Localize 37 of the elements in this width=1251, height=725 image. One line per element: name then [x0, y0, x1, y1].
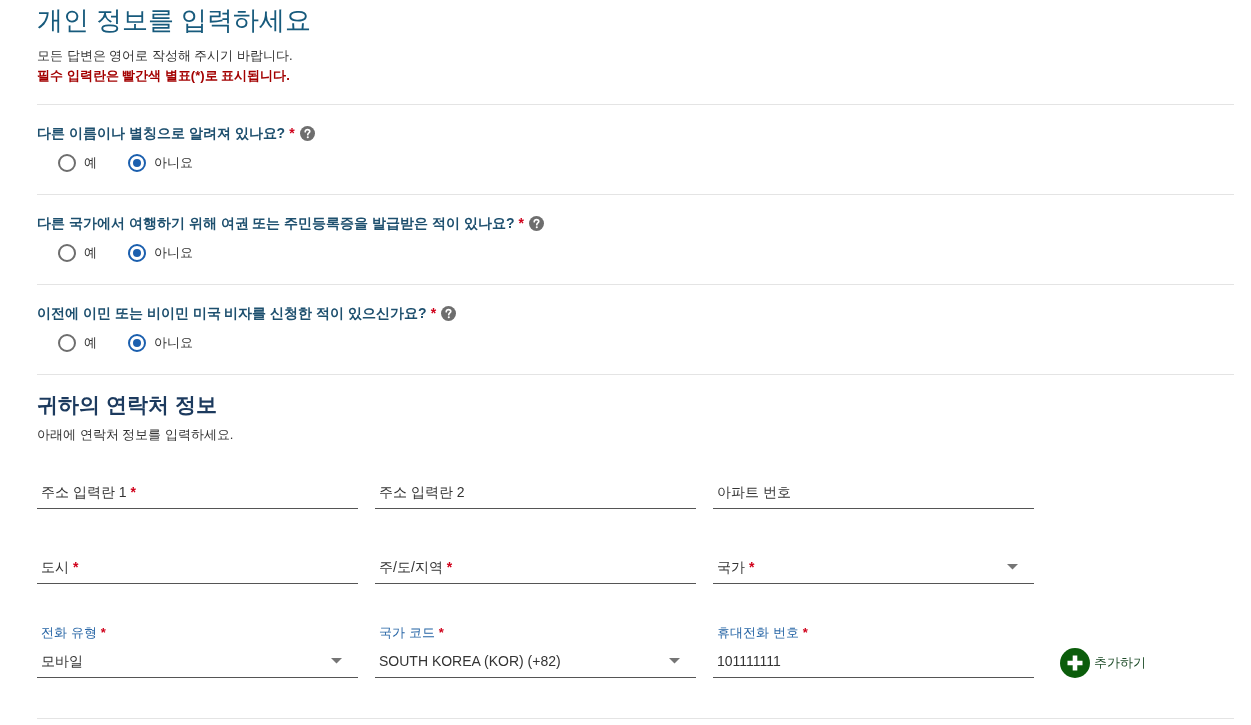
question-text: 다른 이름이나 별칭으로 알려져 있나요? * — [37, 124, 295, 143]
dropdown-field[interactable]: 전화 유형 * 모바일 — [37, 624, 358, 678]
plus-icon — [1060, 648, 1090, 678]
radio-button[interactable] — [128, 154, 146, 172]
radio-button[interactable] — [58, 244, 76, 262]
intro-text: 모든 답변은 영어로 작성해 주시기 바랍니다. — [37, 47, 294, 65]
option-label: 아니요 — [154, 334, 193, 352]
question-text: 이전에 이민 또는 비이민 미국 비자를 신청한 적이 있으신가요? * — [37, 304, 437, 323]
dropdown-field[interactable]: 국가 코드 * SOUTH KOREA (KOR) (+82) — [375, 624, 696, 678]
page-title: 개인 정보를 입력하세요 — [37, 4, 313, 36]
help-icon[interactable] — [441, 305, 457, 321]
caret-icon — [331, 658, 342, 664]
section-subtitle: 아래에 연락처 정보를 입력하세요. — [37, 426, 235, 444]
option-label: 예 — [84, 334, 97, 352]
text-field[interactable]: 주소 입력란 2 — [375, 455, 696, 509]
text-field[interactable]: 아파트 번호 — [713, 455, 1034, 509]
radio-button[interactable] — [128, 334, 146, 352]
radio-button[interactable] — [58, 334, 76, 352]
option-label: 예 — [84, 154, 97, 172]
dropdown-field[interactable]: 국가 * — [713, 530, 1034, 584]
option-label: 아니요 — [154, 244, 193, 262]
text-field[interactable]: 주소 입력란 1 * — [37, 455, 358, 509]
required-note: 필수 입력란은 빨간색 별표(*)로 표시됩니다. — [37, 67, 291, 85]
help-icon[interactable] — [299, 125, 315, 141]
radio-button[interactable] — [58, 154, 76, 172]
text-field[interactable]: 휴대전화 번호 * 101111111 — [713, 624, 1034, 678]
option-label: 아니요 — [154, 154, 193, 172]
text-field[interactable]: 주/도/지역 * — [375, 530, 696, 584]
caret-icon — [669, 658, 680, 664]
add-button[interactable]: 추가하기 — [1060, 648, 1146, 678]
text-field[interactable]: 도시 * — [37, 530, 358, 584]
radio-button[interactable] — [128, 244, 146, 262]
caret-icon — [1007, 564, 1018, 570]
help-icon[interactable] — [529, 215, 544, 231]
question-text: 다른 국가에서 여행하기 위해 여권 또는 주민등록증을 발급받은 적이 있나요? * — [37, 214, 524, 233]
option-label: 예 — [84, 244, 97, 262]
section-title: 귀하의 연락처 정보 — [37, 392, 218, 418]
